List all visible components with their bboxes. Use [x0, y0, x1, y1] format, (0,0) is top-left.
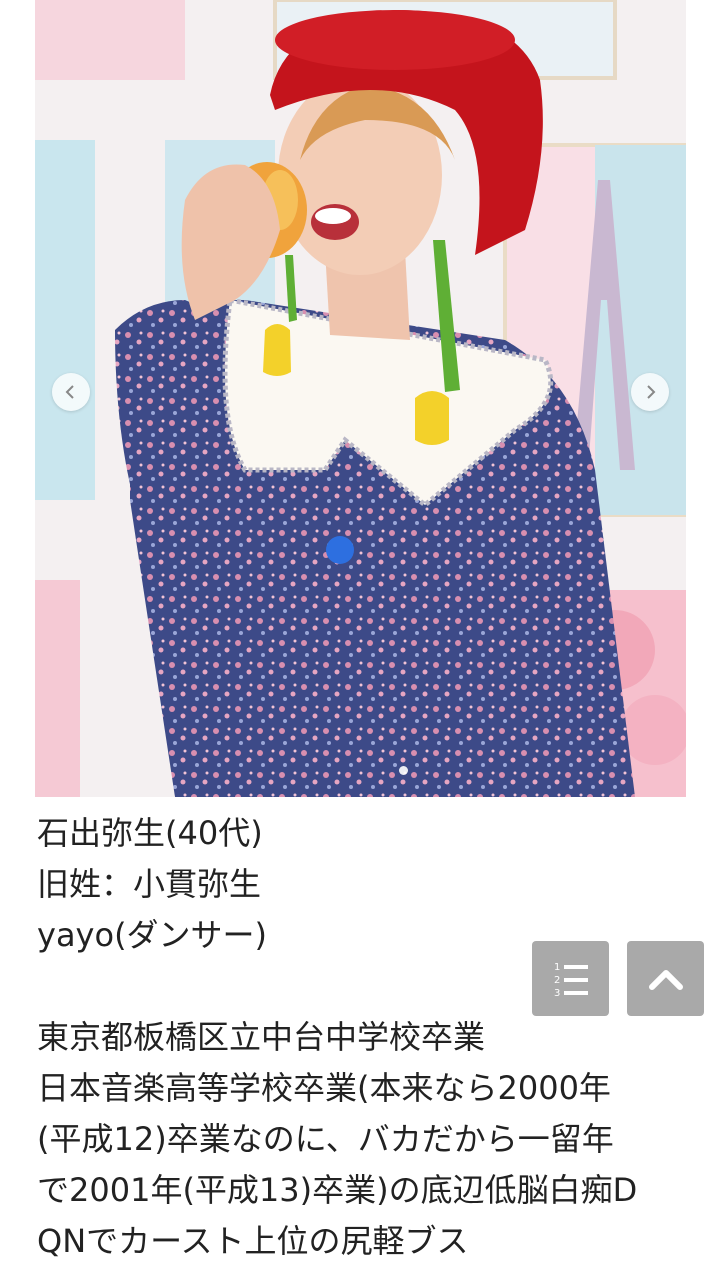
profile-detail: (平成12)卒業なのに、バカだから一留年: [37, 1120, 614, 1158]
chevron-up-icon: [648, 969, 683, 990]
carousel-photo[interactable]: [35, 0, 686, 797]
carousel-indicator-dot[interactable]: [399, 766, 408, 775]
profile-detail: QNでカースト上位の尻軽ブス: [37, 1222, 469, 1260]
profile-detail: 日本音楽高等学校卒業(本来なら2000年: [37, 1069, 611, 1107]
carousel-prev-button[interactable]: [52, 373, 90, 411]
svg-text:3: 3: [554, 988, 560, 999]
scroll-to-top-button[interactable]: [627, 941, 704, 1016]
profile-text: 石出弥生(40代) 旧姓：小貫弥生 yayo(ダンサー) 東京都板橋区立中台中学…: [37, 808, 697, 1267]
numbered-list-icon: 1 2 3: [554, 962, 588, 999]
table-of-contents-button[interactable]: 1 2 3: [532, 941, 609, 1016]
svg-text:1: 1: [554, 962, 560, 973]
chevron-left-icon: [65, 385, 74, 399]
photo-image: [35, 0, 686, 797]
chevron-right-icon: [647, 385, 656, 399]
profile-maiden-name: 旧姓：小貫弥生: [37, 865, 262, 903]
profile-name: 石出弥生(40代): [37, 814, 263, 852]
svg-text:2: 2: [554, 975, 560, 986]
profile-detail: で2001年(平成13)卒業)の底辺低脳白痴D: [37, 1171, 638, 1209]
carousel-next-button[interactable]: [631, 373, 669, 411]
profile-detail: 東京都板橋区立中台中学校卒業: [37, 1018, 486, 1056]
